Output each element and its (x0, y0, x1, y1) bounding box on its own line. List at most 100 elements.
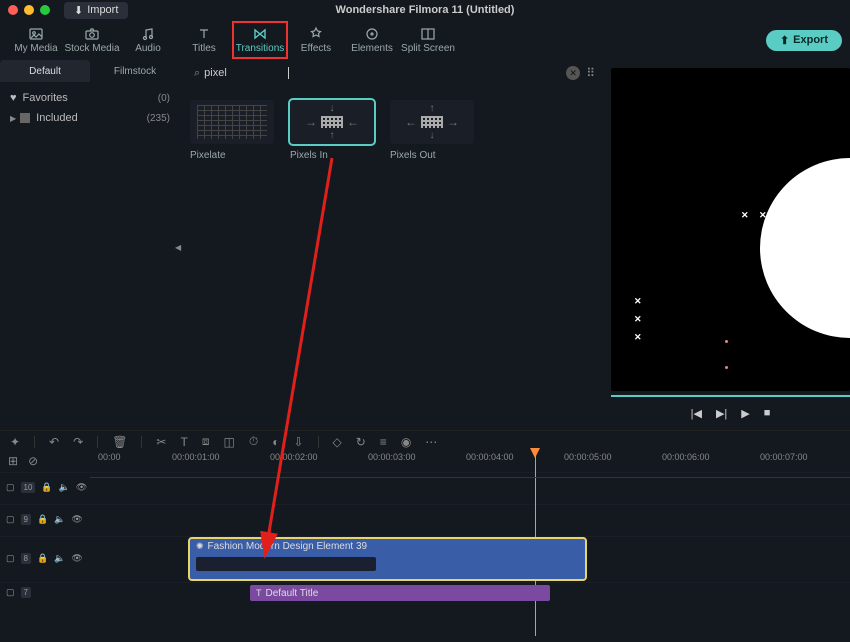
undo-button[interactable]: ↶ (49, 435, 59, 449)
tab-audio[interactable]: Audio (120, 21, 176, 59)
play-back-button[interactable]: ▶| (716, 407, 727, 420)
clip-fashion-element[interactable]: ✺ Fashion Modern Design Element 39 (190, 539, 585, 579)
search-input[interactable]: ⌕ (190, 65, 293, 82)
sidebar-item-label: Favorites (23, 92, 68, 104)
lock-icon[interactable]: 🔒 (37, 553, 48, 564)
camera-icon (84, 26, 100, 42)
stop-button[interactable]: ■ (764, 407, 771, 420)
timeline-magnet-button[interactable]: ⊘ (28, 454, 38, 468)
tab-split-screen[interactable]: Split Screen (400, 21, 456, 59)
mute-icon[interactable]: 🔈 (54, 514, 65, 525)
timeline-ruler[interactable]: 00:00 00:00:01:00 00:00:02:00 00:00:03:0… (90, 452, 850, 470)
view-grid-button[interactable]: ⠿ (586, 66, 595, 80)
titles-icon (196, 26, 212, 42)
preview-dot (725, 340, 728, 343)
clip-default-title[interactable]: T Default Title (250, 585, 550, 601)
clip-label: Fashion Modern Design Element 39 (208, 541, 368, 552)
ruler-tick: 00:00:01:00 (172, 452, 220, 462)
transition-item-pixels-out[interactable]: ← → ↑ ↓ Pixels Out (390, 100, 474, 161)
preview-mark: ✕ (634, 296, 642, 307)
timeline-zoom-button[interactable]: ⊞ (8, 454, 18, 468)
mute-icon[interactable]: 🔈 (59, 482, 70, 493)
tab-transitions[interactable]: Transitions (232, 21, 288, 59)
track-header-9[interactable]: ▢ 9 🔒 🔈 👁 (0, 514, 90, 525)
settings-tool[interactable]: ≡ (380, 435, 387, 449)
music-icon (140, 26, 156, 42)
import-label: Import (87, 4, 118, 16)
track-header-8[interactable]: ▢ 8 🔒 🔈 👁 (0, 553, 90, 564)
mute-icon[interactable]: 🔈 (54, 553, 65, 564)
color-tool[interactable]: ◐ (272, 435, 279, 449)
misc-tool[interactable]: ⋯ (425, 435, 437, 449)
lock-icon[interactable]: 🔒 (41, 482, 52, 493)
text-cursor (288, 67, 289, 79)
delete-button[interactable]: 🗑 (112, 435, 127, 449)
import-button[interactable]: ⬇ Import (64, 2, 128, 19)
ruler-tick: 00:00:04:00 (466, 452, 514, 462)
track-header-10[interactable]: ▢ 10 🔒 🔈 👁 (0, 482, 90, 493)
prev-frame-button[interactable]: |◀ (691, 407, 702, 420)
visibility-icon[interactable]: 👁 (76, 482, 87, 493)
crop2-tool[interactable]: ◫ (223, 435, 234, 449)
track-body[interactable] (90, 473, 850, 502)
clip-label: Default Title (266, 588, 319, 599)
refresh-tool[interactable]: ↻ (356, 435, 366, 449)
search-field[interactable] (204, 67, 284, 79)
tab-stock-media[interactable]: Stock Media (64, 21, 120, 59)
keyframe-tool[interactable]: ◇ (333, 435, 342, 449)
transitions-icon (252, 26, 268, 42)
video-track-icon: ▢ (6, 482, 15, 493)
track-body[interactable] (90, 505, 850, 534)
export-button[interactable]: ⬆ Export (766, 30, 842, 51)
redo-button[interactable]: ↷ (73, 435, 83, 449)
sidebar-item-label: Included (36, 112, 78, 124)
folder-icon (20, 113, 30, 123)
play-button[interactable]: ▶ (741, 407, 749, 420)
lock-icon[interactable]: 🔒 (37, 514, 48, 525)
sidebar-item-included[interactable]: ▶ Included (235) (0, 108, 180, 128)
tab-elements[interactable]: Elements (344, 21, 400, 59)
ruler-tick: 00:00:07:00 (760, 452, 808, 462)
media-icon (28, 26, 44, 42)
clear-search-button[interactable]: ✕ (566, 66, 580, 80)
record-tool[interactable]: ◉ (401, 435, 411, 449)
track-number: 10 (21, 482, 36, 493)
transition-item-pixels-in[interactable]: → ← ↓ ↑ Pixels In (290, 100, 374, 161)
transition-item-pixelate[interactable]: Pixelate (190, 100, 274, 161)
track-body[interactable]: ✺ Fashion Modern Design Element 39 (90, 537, 850, 580)
tab-effects[interactable]: Effects (288, 21, 344, 59)
export-frame-tool[interactable]: ⇩ (293, 435, 303, 449)
marker-tool[interactable]: ✦ (10, 435, 20, 449)
preview-mark: ✕ (795, 210, 803, 221)
text-tool[interactable]: T (180, 435, 187, 449)
split-button[interactable]: ✂ (156, 435, 166, 449)
visibility-icon[interactable]: 👁 (71, 553, 82, 564)
preview-mark: ✕ (634, 332, 642, 343)
visibility-icon[interactable]: 👁 (71, 514, 82, 525)
subtab-filmstock[interactable]: Filmstock (90, 60, 180, 82)
track-header-7[interactable]: ▢ 7 (0, 587, 90, 598)
preview-monitor[interactable]: ✕ ✕ ✕ ✕ ✕ ✕ ✕ ✕ ✕ (611, 68, 850, 391)
preview-mark: ✕ (813, 210, 821, 221)
title-icon: T (256, 588, 262, 598)
thumb-label: Pixels Out (390, 150, 474, 161)
close-window-icon[interactable] (8, 5, 18, 15)
minimize-window-icon[interactable] (24, 5, 34, 15)
preview-mark: ✕ (634, 314, 642, 325)
sidebar-item-favorites[interactable]: ♥ Favorites (0) (0, 88, 180, 108)
thumb-label: Pixels In (290, 150, 374, 161)
tab-titles[interactable]: Titles (176, 21, 232, 59)
speed-tool[interactable]: ⏱ (249, 434, 258, 449)
app-title: Wondershare Filmora 11 (Untitled) (336, 4, 515, 16)
maximize-window-icon[interactable] (40, 5, 50, 15)
subtab-default[interactable]: Default (0, 60, 90, 82)
tab-my-media[interactable]: My Media (8, 21, 64, 59)
window-controls[interactable] (8, 5, 50, 15)
track-body[interactable]: T Default Title (90, 583, 850, 602)
collapse-panel-button[interactable]: ◀ (175, 243, 181, 252)
preview-dot (725, 366, 728, 369)
crop-tool[interactable]: ⧈ (202, 434, 210, 449)
download-icon: ⬇ (74, 4, 83, 17)
sidebar-item-count: (0) (158, 93, 170, 104)
ruler-tick: 00:00 (98, 452, 121, 462)
